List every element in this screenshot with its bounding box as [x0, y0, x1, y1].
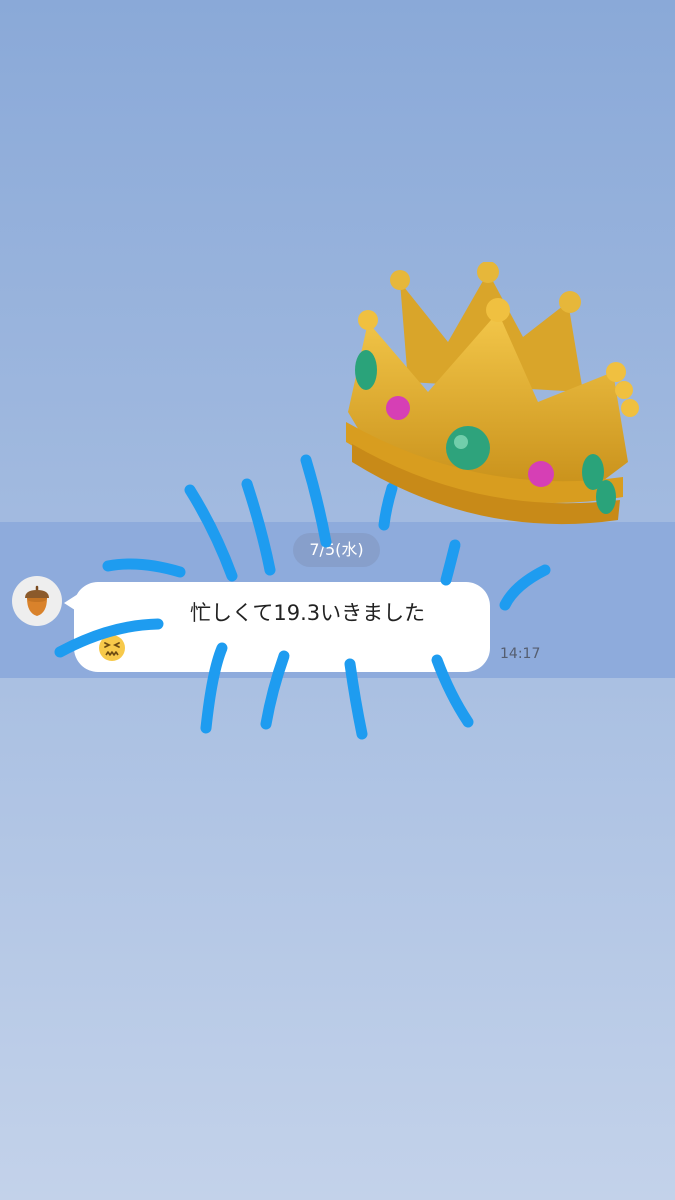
crown-sticker [346, 262, 639, 525]
blue-scribble-drawing [54, 454, 551, 740]
